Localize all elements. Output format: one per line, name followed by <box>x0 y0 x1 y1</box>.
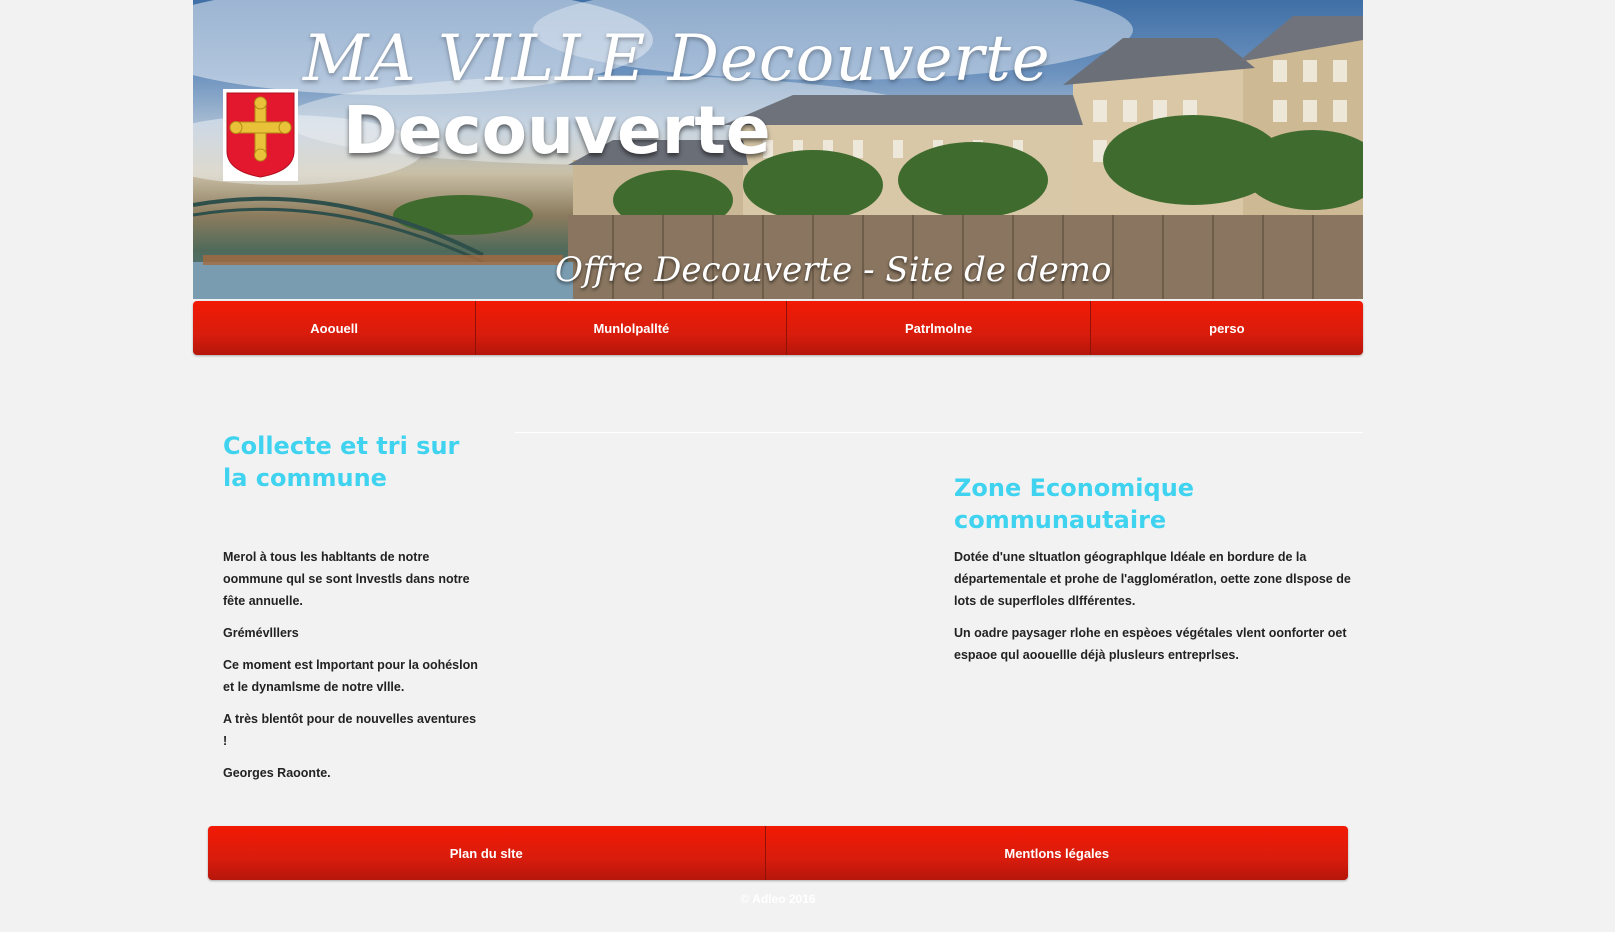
left-paragraph: Merol à tous les habltants de notre oomm… <box>223 550 470 608</box>
left-paragraph: A très blentôt pour de nouvelles aventur… <box>223 712 477 748</box>
content-divider <box>515 432 1363 433</box>
nav-item-accueil[interactable]: Aoouell <box>193 301 477 355</box>
nav-item-perso[interactable]: perso <box>1091 301 1363 355</box>
left-paragraph: Ce moment est lmportant pour la oohéslon… <box>223 658 478 694</box>
left-article: Collecte et tri sur la commune Merol à t… <box>223 430 483 794</box>
footer-link-sitemap[interactable]: Plan du slte <box>208 826 766 880</box>
page: MA VILLE Decouverte Decouverte Offre Dec… <box>0 0 1615 932</box>
nav-item-municipalite[interactable]: Munlolpallté <box>476 301 788 355</box>
nav-item-patrimoine[interactable]: Patrlmolne <box>787 301 1091 355</box>
left-paragraph: Georges Raoonte. <box>223 766 331 780</box>
site-subtitle: Decouverte <box>343 92 771 169</box>
right-article-title: Zone Economique communautaire <box>954 474 1195 534</box>
main-nav: Aoouell Munlolpallté Patrlmolne perso <box>193 301 1363 355</box>
site-tagline: Offre Decouverte - Site de demo <box>555 250 1112 290</box>
right-article: Zone Economique communautaire Dotée d'un… <box>954 472 1364 676</box>
city-crest-logo[interactable] <box>223 89 298 181</box>
right-paragraph: Dotée d'une sltuatlon géographlque ldéal… <box>954 550 1351 608</box>
left-paragraph: Grémévlllers <box>223 626 299 640</box>
footer-link-legal[interactable]: Mentlons légales <box>766 826 1348 880</box>
right-paragraph: Un oadre paysager rlohe en espèoes végét… <box>954 626 1347 662</box>
footer-nav: Plan du slte Mentlons légales <box>208 826 1348 880</box>
copyright-text: © Adleo 2016 <box>740 892 816 906</box>
site-title: MA VILLE Decouverte <box>303 22 1051 96</box>
left-article-title: Collecte et tri sur la commune <box>223 432 460 492</box>
header-banner: MA VILLE Decouverte Decouverte Offre Dec… <box>193 0 1363 299</box>
